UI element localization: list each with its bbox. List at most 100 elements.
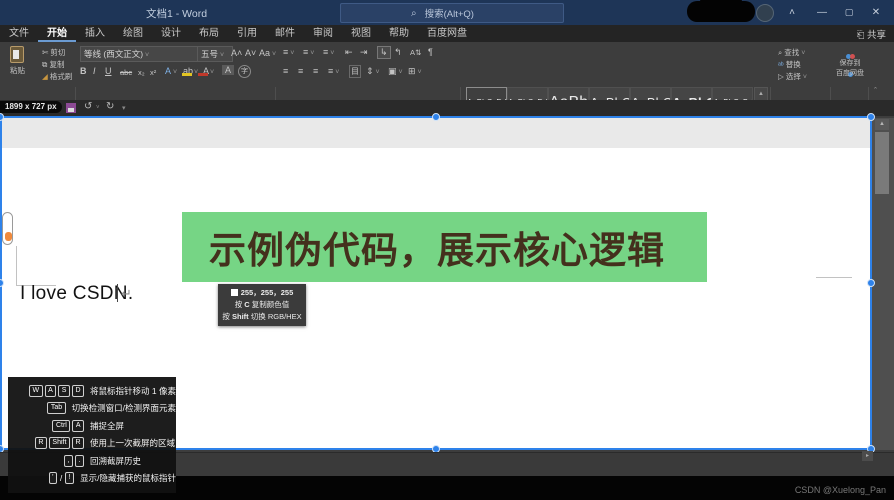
tab-draw[interactable]: 绘图 (114, 25, 152, 42)
find-button[interactable]: ⌕ 查找 ˅ (778, 47, 805, 58)
font-name-combobox[interactable]: 等线 (西文正文) ˅ (80, 46, 200, 62)
shading-button[interactable]: ▣ ˅ (388, 66, 403, 77)
character-shading-button[interactable]: A (222, 65, 235, 75)
copy-icon: ⧉ (42, 60, 48, 69)
minimize-button[interactable]: — (810, 0, 834, 25)
grow-font-button[interactable]: A˄ (231, 48, 242, 58)
key-r: R (71, 437, 84, 450)
cut-button[interactable]: ✄ 剪切 (42, 47, 65, 58)
snipaste-screenshot-overlay: 文档1 - Word ⌕ 搜索(Alt+Q) ˄ — ▢ ✕ 文件 开始 插入 … (0, 0, 894, 500)
vertical-scrollbar-thumb[interactable] (875, 132, 889, 194)
tab-review[interactable]: 审阅 (304, 25, 342, 42)
justify-button[interactable]: ≡ ˅ (328, 66, 339, 76)
paste-icon (10, 46, 24, 63)
align-left-button[interactable]: ≡ (283, 66, 288, 76)
text-effects-button[interactable]: A ˅ (165, 66, 177, 76)
tab-references[interactable]: 引用 (228, 25, 266, 42)
tooltip-copy-hint: 按 C 复制颜色值 (234, 300, 290, 309)
select-icon: ▷ (778, 72, 784, 81)
key-a: A (44, 384, 57, 397)
font-color-button[interactable]: A˅ (198, 66, 214, 76)
borders-button[interactable]: ⊞ ˅ (408, 66, 422, 77)
search-placeholder: 搜索(Alt+Q) (424, 9, 474, 20)
key-shift: Shift (48, 437, 70, 450)
hotkey-row: Tab 切换检测窗口/检测界面元素 (8, 400, 176, 418)
ltr-text-direction-button[interactable]: ↳ (377, 46, 391, 59)
increase-indent-button[interactable]: ⇥ (360, 47, 368, 58)
account-avatar[interactable] (756, 4, 774, 22)
scrollbar-right-icon[interactable]: ▸ (862, 451, 873, 461)
format-painter-button[interactable]: ◢ 格式刷 (42, 71, 72, 82)
close-button[interactable]: ✕ (864, 0, 888, 25)
tab-view[interactable]: 视图 (342, 25, 380, 42)
collapse-ribbon-icon[interactable]: ˆ (874, 86, 877, 96)
redo-icon[interactable]: ↻ (106, 101, 114, 112)
subscript-button[interactable]: x₂ (138, 68, 145, 77)
ribbon-display-options-icon[interactable]: ˄ (780, 0, 804, 25)
enclose-characters-button[interactable]: 字 (238, 65, 251, 78)
tab-design[interactable]: 设计 (152, 25, 190, 42)
tab-home[interactable]: 开始 (38, 25, 76, 42)
tab-mailings[interactable]: 邮件 (266, 25, 304, 42)
select-button[interactable]: ▷ 选择 ˅ (778, 71, 807, 82)
copy-button[interactable]: ⧉ 复制 (42, 59, 64, 70)
grid-settings-button[interactable]: 目 (349, 65, 361, 78)
strikethrough-button[interactable]: abc (120, 68, 132, 77)
align-right-button[interactable]: ≡ (313, 66, 318, 76)
ribbon-tab-row: 文件 开始 插入 绘图 设计 布局 引用 邮件 审阅 视图 帮助 百度网盘 (0, 25, 894, 42)
decrease-indent-button[interactable]: ⇤ (345, 47, 353, 58)
undo-dropdown-icon[interactable]: ˅ (96, 105, 100, 111)
key-d: D (71, 384, 84, 397)
key-exclaim: ! (65, 472, 75, 485)
window-title: 文档1 - Word (146, 8, 208, 20)
tooltip-toggle-hint: 按 Shift 切换 RGB/HEX (222, 312, 302, 321)
text-boundary-mark (16, 246, 17, 286)
rtl-text-direction-button[interactable]: ↰ (394, 47, 402, 58)
watermark: CSDN @Xuelong_Pan (794, 485, 886, 495)
hotkey-row: , . 回溯截屏历史 (8, 452, 176, 470)
banner-text: 示例伪代码，展示核心逻辑 (209, 230, 665, 271)
font-size-combobox[interactable]: 五号 ˅ (197, 46, 233, 62)
multilevel-list-button[interactable]: ≡ ˅ (323, 47, 334, 57)
tab-insert[interactable]: 插入 (76, 25, 114, 42)
bullet-list-button[interactable]: ≡ ˅ (283, 47, 294, 57)
key-comma: , (64, 454, 74, 467)
paste-button[interactable]: 粘贴 (10, 46, 25, 76)
save-icon[interactable] (66, 103, 76, 113)
scrollbar-up-icon[interactable]: ▲ (875, 119, 889, 130)
selection-handle-top-center[interactable] (432, 113, 440, 121)
replace-button[interactable]: ᵃᵇ 替换 (778, 59, 801, 70)
cut-icon: ✄ (42, 48, 49, 57)
tab-help[interactable]: 帮助 (380, 25, 418, 42)
selection-handle-top-right[interactable] (867, 113, 875, 121)
sort-button[interactable]: A⇅ (410, 48, 421, 57)
maximize-button[interactable]: ▢ (837, 0, 861, 25)
line-spacing-button[interactable]: ⇕ ˅ (366, 66, 380, 77)
shrink-font-button[interactable]: A˅ (245, 48, 256, 58)
paragraph-mark-icon: ↵ (121, 286, 132, 301)
color-swatch (230, 289, 238, 296)
qat-more-icon[interactable]: ▾ (122, 104, 126, 112)
tab-layout[interactable]: 布局 (190, 25, 228, 42)
snipaste-hotkey-panel: W A S D 将鼠标指针移动 1 像素 Tab 切换检测窗口/检测界面元素 C… (8, 377, 176, 493)
align-center-button[interactable]: ≡ (298, 66, 303, 76)
share-button[interactable]: ⎗ 共享 (857, 27, 886, 41)
undo-icon[interactable]: ↺ (84, 101, 92, 112)
hotkey-row: Ctrl A 捕捉全屏 (8, 417, 176, 435)
selection-handle-right-middle[interactable] (867, 279, 875, 287)
underline-button[interactable]: U (105, 66, 112, 76)
italic-button[interactable]: I (93, 66, 96, 76)
superscript-button[interactable]: x² (150, 68, 156, 77)
save-to-netdisk-button[interactable]: 保存到 百度网盘 (834, 46, 866, 78)
hotkey-row: W A S D 将鼠标指针移动 1 像素 (8, 382, 176, 400)
ribbon: 粘贴 ✄ 剪切 ⧉ 复制 ◢ 格式刷 剪贴板 等线 (西文正文)˅ 五号˅ A˄… (0, 42, 894, 140)
key-period: . (75, 454, 84, 467)
tab-file[interactable]: 文件 (0, 25, 38, 42)
numbered-list-button[interactable]: ≡ ˅ (303, 47, 314, 57)
tab-baidu-netdisk[interactable]: 百度网盘 (418, 25, 476, 42)
highlight-color-button[interactable]: ab˅ (182, 66, 198, 76)
show-formatting-marks-button[interactable]: ¶ (428, 47, 433, 57)
change-case-button[interactable]: Aa ˅ (259, 48, 276, 58)
bold-button[interactable]: B (80, 66, 87, 76)
search-box[interactable]: ⌕ 搜索(Alt+Q) (340, 3, 564, 23)
